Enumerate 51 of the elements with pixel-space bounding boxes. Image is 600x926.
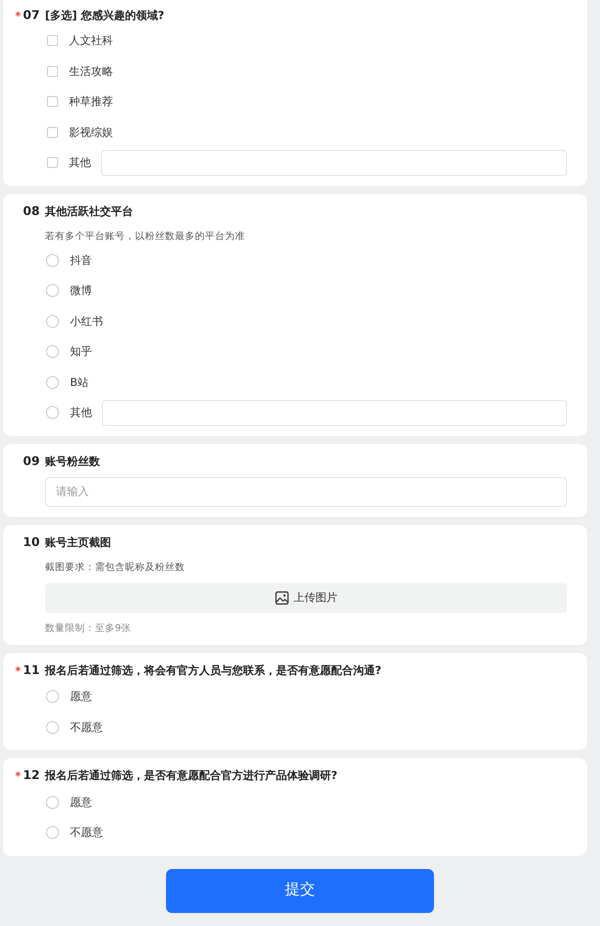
input-field[interactable]: [101, 150, 567, 176]
upload-limit-note: 数量限制：至多9张: [45, 622, 132, 634]
question-title: 其他活跃社交平台: [45, 204, 134, 218]
option-label[interactable]: 知乎: [70, 344, 92, 359]
checkbox[interactable]: [47, 35, 58, 46]
option-label[interactable]: 微博: [70, 283, 92, 298]
radio-button[interactable]: [46, 690, 59, 703]
option-label[interactable]: 人文社科: [69, 33, 113, 48]
radio-button[interactable]: [46, 376, 59, 388]
option-label[interactable]: 愿意: [70, 794, 92, 810]
question-hint: 若有多个平台账号，以粉丝数最多的平台为准: [45, 230, 246, 242]
checkbox[interactable]: [47, 66, 58, 76]
option-label[interactable]: 抖音: [70, 252, 92, 268]
question-number: 11: [23, 662, 41, 676]
radio-button[interactable]: [46, 826, 59, 839]
question-title: 报名后若通过筛选，将会有官方人员与您联系，是否有意愿配合沟通?: [45, 662, 382, 678]
radio-button[interactable]: [46, 345, 59, 358]
checkbox[interactable]: [47, 126, 58, 138]
question-number: 08: [23, 204, 41, 218]
radio-button[interactable]: [46, 254, 59, 266]
checkbox[interactable]: [47, 96, 58, 107]
option-label[interactable]: 种草推荐: [69, 94, 113, 109]
input-field[interactable]: 请输入: [45, 476, 567, 506]
option-label[interactable]: 不愿意: [70, 825, 103, 840]
option-label[interactable]: 其他: [70, 405, 92, 420]
radio-button[interactable]: [46, 796, 59, 808]
input-field[interactable]: [102, 400, 567, 426]
option-label[interactable]: 小红书: [70, 314, 103, 328]
question-title: [多选] 您感兴趣的领域?: [45, 8, 166, 23]
checkbox[interactable]: [47, 157, 58, 168]
upload-button[interactable]: 上传图片: [45, 582, 567, 612]
question-hint: 截图要求：需包含昵称及粉丝数: [45, 560, 186, 574]
question-number: 12: [23, 768, 41, 782]
question-number: 07: [23, 8, 41, 22]
radio-button[interactable]: [46, 720, 59, 734]
option-label[interactable]: 其他: [69, 155, 91, 170]
option-label[interactable]: 愿意: [70, 689, 92, 704]
question-title: 账号粉丝数: [45, 454, 101, 468]
radio-button[interactable]: [46, 284, 59, 297]
question-title: 账号主页截图: [45, 534, 112, 550]
question-number: 09: [23, 454, 41, 468]
option-label[interactable]: 影视综娱: [69, 124, 113, 140]
radio-button[interactable]: [46, 314, 59, 328]
submit-button[interactable]: 提交: [166, 868, 434, 912]
image-icon: [274, 590, 288, 604]
radio-button[interactable]: [46, 406, 59, 419]
option-label[interactable]: 不愿意: [70, 720, 103, 734]
option-label[interactable]: B站: [70, 374, 89, 390]
question-title: 报名后若通过筛选，是否有意愿配合官方进行产品体验调研?: [45, 768, 338, 783]
option-label[interactable]: 生活攻略: [69, 64, 113, 78]
question-number: 10: [23, 534, 41, 548]
